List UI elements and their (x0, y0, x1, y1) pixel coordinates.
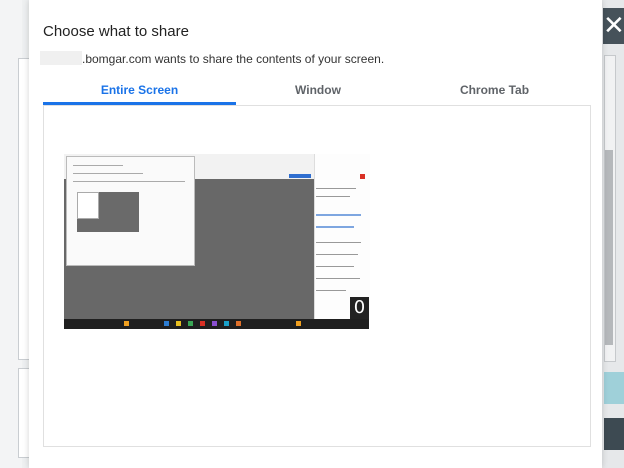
thumbnail-taskbar-icon (224, 321, 229, 326)
thumbnail-toolbar-icons (289, 174, 311, 178)
thumbnail-text-line (316, 266, 354, 267)
thumbnail-taskbar-icon (200, 321, 205, 326)
share-tabs: Entire Screen Window Chrome Tab (43, 83, 589, 105)
thumbnail-text-line (316, 290, 346, 291)
thumbnail-text-line (73, 181, 185, 182)
background-dark-button[interactable] (604, 418, 624, 450)
thumbnail-taskbar-icon (188, 321, 193, 326)
entire-screen-thumbnail[interactable]: 0 (64, 154, 370, 329)
close-icon[interactable]: ✕ (603, 8, 624, 44)
background-scrollbar-thumb[interactable] (605, 150, 613, 345)
thumbnail-link (316, 214, 361, 216)
thumbnail-red-icon (360, 174, 365, 179)
subtitle-text: .bomgar.com wants to share the contents … (82, 52, 385, 66)
share-source-list: 0 (43, 105, 591, 447)
thumbnail-text-line (316, 254, 358, 255)
thumbnail-nested-window (77, 192, 99, 219)
thumbnail-link (316, 226, 354, 228)
thumbnail-taskbar-icon (124, 321, 129, 326)
share-screen-dialog: Choose what to share .bomgar.com wants t… (29, 0, 602, 468)
thumbnail-badge: 0 (350, 297, 369, 319)
thumbnail-taskbar-icon (212, 321, 217, 326)
thumbnail-taskbar-icon (236, 321, 241, 326)
thumbnail-text-line (316, 188, 356, 189)
thumbnail-text-line (73, 173, 143, 174)
thumbnail-text-line (316, 242, 361, 243)
dialog-title: Choose what to share (43, 23, 189, 40)
tab-window[interactable]: Window (236, 83, 400, 105)
thumbnail-taskbar-icon (164, 321, 169, 326)
thumbnail-dialog-window (66, 156, 195, 266)
thumbnail-text-line (316, 278, 360, 279)
background-teal-button[interactable] (604, 372, 624, 404)
tab-chrome-tab[interactable]: Chrome Tab (400, 83, 589, 105)
thumbnail-taskbar-icon (296, 321, 301, 326)
thumbnail-taskbar-icon (176, 321, 181, 326)
redacted-domain (40, 51, 82, 65)
thumbnail-text-line (316, 196, 350, 197)
thumbnail-text-line (73, 165, 123, 166)
dialog-subtitle: .bomgar.com wants to share the contents … (40, 51, 384, 66)
